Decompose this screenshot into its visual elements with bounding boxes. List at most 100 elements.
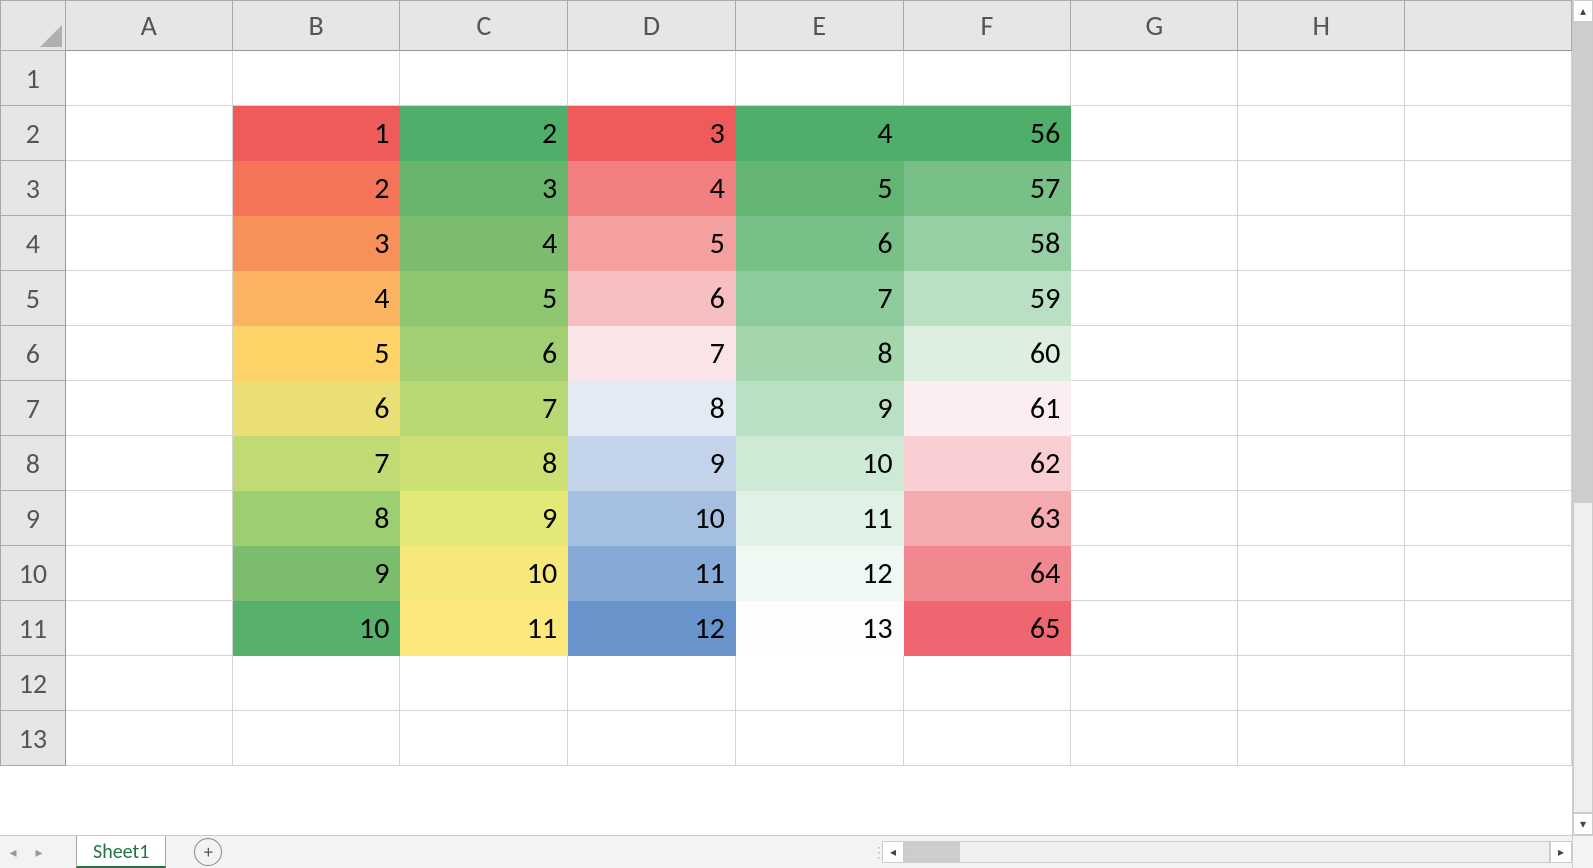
cell-pad-10[interactable] [1405,546,1572,601]
cell-F8[interactable]: 62 [903,436,1071,491]
cell-G3[interactable] [1071,161,1238,216]
cell-C11[interactable]: 11 [400,601,568,656]
cell-B12[interactable] [232,656,400,711]
cell-pad-11[interactable] [1405,601,1572,656]
cell-G5[interactable] [1071,271,1238,326]
cell-B10[interactable]: 9 [232,546,400,601]
cell-C7[interactable]: 7 [400,381,568,436]
cell-F13[interactable] [903,711,1071,766]
cell-H7[interactable] [1238,381,1405,436]
cell-F7[interactable]: 61 [903,381,1071,436]
cell-pad-3[interactable] [1405,161,1572,216]
cell-A6[interactable] [65,326,232,381]
column-header-extra[interactable] [1405,1,1572,51]
row-header-1[interactable]: 1 [1,51,66,106]
row-header-6[interactable]: 6 [1,326,66,381]
column-header-F[interactable]: F [903,1,1071,51]
hscroll-thumb[interactable] [905,842,960,862]
cell-D10[interactable]: 11 [568,546,736,601]
row-header-8[interactable]: 8 [1,436,66,491]
row-header-11[interactable]: 11 [1,601,66,656]
cell-H3[interactable] [1238,161,1405,216]
cell-E13[interactable] [735,711,903,766]
cell-pad-5[interactable] [1405,271,1572,326]
column-header-G[interactable]: G [1071,1,1238,51]
cell-E11[interactable]: 13 [735,601,903,656]
cell-A5[interactable] [65,271,232,326]
cell-G9[interactable] [1071,491,1238,546]
cell-A3[interactable] [65,161,232,216]
cell-G7[interactable] [1071,381,1238,436]
cell-A10[interactable] [65,546,232,601]
cell-D8[interactable]: 9 [568,436,736,491]
cell-B13[interactable] [232,711,400,766]
cell-C4[interactable]: 4 [400,216,568,271]
scroll-right-button[interactable]: ▸ [1550,841,1572,863]
sheet-tab-active[interactable]: Sheet1 [76,836,166,868]
row-header-4[interactable]: 4 [1,216,66,271]
cell-F11[interactable]: 65 [903,601,1071,656]
cell-E4[interactable]: 6 [735,216,903,271]
cell-H2[interactable] [1238,106,1405,161]
cell-A12[interactable] [65,656,232,711]
cell-C12[interactable] [400,656,568,711]
cell-H11[interactable] [1238,601,1405,656]
row-header-5[interactable]: 5 [1,271,66,326]
vscroll-thumb[interactable] [1574,23,1592,503]
cell-G1[interactable] [1071,51,1238,106]
cell-pad-13[interactable] [1405,711,1572,766]
scroll-up-button[interactable]: ▴ [1573,0,1593,22]
cell-pad-2[interactable] [1405,106,1572,161]
tab-split-handle[interactable]: ⋮ [872,844,882,861]
column-header-D[interactable]: D [568,1,736,51]
scroll-down-button[interactable]: ▾ [1573,813,1593,835]
cell-B5[interactable]: 4 [232,271,400,326]
cell-A8[interactable] [65,436,232,491]
cell-E10[interactable]: 12 [735,546,903,601]
cell-D3[interactable]: 4 [568,161,736,216]
column-header-H[interactable]: H [1238,1,1405,51]
cell-H6[interactable] [1238,326,1405,381]
row-header-7[interactable]: 7 [1,381,66,436]
cell-G6[interactable] [1071,326,1238,381]
row-header-10[interactable]: 10 [1,546,66,601]
cell-C10[interactable]: 10 [400,546,568,601]
cell-E8[interactable]: 10 [735,436,903,491]
cell-B2[interactable]: 1 [232,106,400,161]
cell-pad-9[interactable] [1405,491,1572,546]
hscroll-track[interactable] [904,841,1550,863]
cell-H5[interactable] [1238,271,1405,326]
cell-E12[interactable] [735,656,903,711]
cell-C2[interactable]: 2 [400,106,568,161]
cell-C1[interactable] [400,51,568,106]
cell-G11[interactable] [1071,601,1238,656]
cell-B9[interactable]: 8 [232,491,400,546]
cell-H13[interactable] [1238,711,1405,766]
cell-F6[interactable]: 60 [903,326,1071,381]
cell-pad-4[interactable] [1405,216,1572,271]
cell-F1[interactable] [903,51,1071,106]
column-header-E[interactable]: E [735,1,903,51]
cell-B3[interactable]: 2 [232,161,400,216]
row-header-12[interactable]: 12 [1,656,66,711]
cell-H4[interactable] [1238,216,1405,271]
cell-A7[interactable] [65,381,232,436]
cell-G12[interactable] [1071,656,1238,711]
cell-G2[interactable] [1071,106,1238,161]
cell-D4[interactable]: 5 [568,216,736,271]
vscroll-track[interactable] [1573,22,1593,813]
cell-D12[interactable] [568,656,736,711]
new-sheet-button[interactable]: + [194,838,222,866]
cell-B8[interactable]: 7 [232,436,400,491]
cell-A13[interactable] [65,711,232,766]
cell-C3[interactable]: 3 [400,161,568,216]
spreadsheet-grid[interactable]: ABCDEFGH 1212345632345574345658545675965… [0,0,1572,835]
cell-F5[interactable]: 59 [903,271,1071,326]
cell-B11[interactable]: 10 [232,601,400,656]
cell-C13[interactable] [400,711,568,766]
tab-nav-prev[interactable]: ◂ [0,839,26,865]
cell-D1[interactable] [568,51,736,106]
cell-E7[interactable]: 9 [735,381,903,436]
cell-H12[interactable] [1238,656,1405,711]
cell-A1[interactable] [65,51,232,106]
